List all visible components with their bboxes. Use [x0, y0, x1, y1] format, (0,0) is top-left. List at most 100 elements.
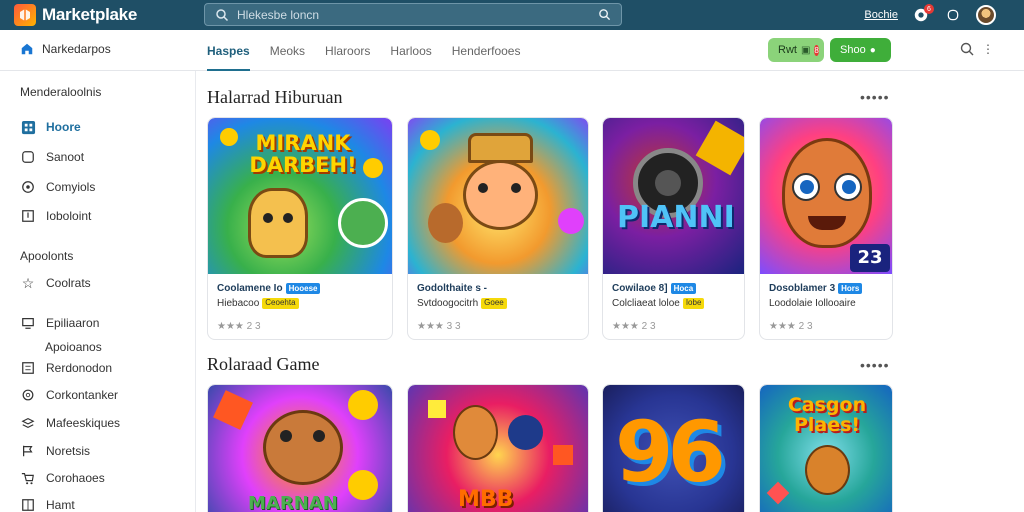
notification-badge: 6: [924, 4, 934, 14]
sidebar-item-label: Corohaoes: [46, 471, 105, 485]
thumbnail-title: MIRANK DARBEH!: [249, 131, 357, 177]
store-icon: [21, 43, 33, 55]
list-icon: [20, 360, 36, 376]
grid-icon: [20, 497, 36, 512]
brand[interactable]: Marketplake: [14, 4, 194, 26]
sub-header: Narkedarpos Haspes Meoks Hlaroors Harloo…: [0, 30, 1024, 71]
card-title: Cowilaoe 8]: [612, 283, 668, 294]
search-icon[interactable]: [960, 42, 974, 56]
game-thumbnail: MIRANK DARBEH!: [208, 118, 392, 274]
card-subtitle: Loodolaie Iollooaire: [769, 298, 856, 309]
card-title: Dosoblamer 3: [769, 283, 836, 294]
card-subtitle-tag: Iobe: [682, 298, 705, 309]
sidebar-item-label: Sanoot: [46, 150, 85, 164]
sidebar-item-label: Hoore: [46, 120, 81, 134]
sidebar-item-epiliaaron[interactable]: Epiliaaron: [20, 314, 99, 332]
notification-button[interactable]: 6: [912, 4, 934, 24]
game-card[interactable]: PIANNI Cowilaoe 8] Hoca Colcliaeat loloe I…: [602, 117, 745, 340]
gear-icon: [20, 387, 36, 403]
cart-count: 8: [814, 44, 819, 56]
thumbnail-title: PIANNI: [617, 200, 735, 235]
top-link[interactable]: Bochie: [864, 9, 898, 21]
sidebar-item-label: Noretsis: [46, 444, 91, 458]
sidebar-item-hamt[interactable]: Hamt: [20, 496, 75, 512]
tab-haspes[interactable]: Haspes: [207, 30, 250, 71]
sidebar-item-label: Ioboloint: [46, 209, 92, 223]
sidebar-item-corkontanker[interactable]: Corkontanker: [20, 386, 118, 404]
sidebar-item-hoore[interactable]: Hoore: [20, 118, 81, 136]
sidebar: Menderaloolnis Hoore Sanoot Comyiols Iob…: [0, 71, 196, 512]
shop-label: Shoo: [840, 44, 866, 56]
lock-button[interactable]: [944, 6, 962, 24]
star-icon: ☆: [21, 274, 35, 291]
sidebar-item-label: Epiliaaron: [46, 316, 100, 330]
sidebar-item-coolrats[interactable]: ☆ Coolrats: [20, 274, 91, 292]
cart-label: Rwt: [778, 44, 797, 56]
card-subtitle: Hiebacoo: [217, 298, 260, 309]
card-rating: ★★★ 2 3: [217, 321, 261, 332]
bag-icon: ●: [869, 44, 876, 56]
cart-button[interactable]: Rwt ▣ 8: [768, 38, 824, 62]
tab-henderfooes[interactable]: Henderfooes: [452, 30, 521, 71]
card-rating: ★★★ 3 3: [417, 321, 461, 332]
game-card[interactable]: Casgon Plaes!: [759, 384, 893, 512]
sidebar-item-rerdonodon[interactable]: Rerdonodon: [20, 359, 112, 377]
sidebar-item-label: Comyiols: [46, 180, 96, 194]
game-card[interactable]: MIRANK DARBEH! Coolamene Io Hooese Hiebac…: [207, 117, 393, 340]
shield-icon: [947, 9, 959, 21]
game-card[interactable]: 96: [602, 384, 745, 512]
thumbnail-badge: 23: [850, 244, 890, 272]
sidebar-subitem[interactable]: Apoioanos: [45, 340, 102, 354]
shop-button[interactable]: Shoo ●: [830, 38, 891, 62]
more-vertical-icon[interactable]: ⋮: [982, 42, 994, 56]
search-input[interactable]: [237, 7, 587, 22]
card-title: Godolthaite s -: [417, 283, 487, 294]
tab-harloos[interactable]: Harloos: [390, 30, 431, 71]
thumbnail-title: Casgon Plaes!: [787, 394, 867, 436]
home-link[interactable]: Narkedarpos: [20, 42, 111, 56]
game-thumbnail: MBB: [408, 385, 588, 512]
game-thumbnail: Casgon Plaes!: [760, 385, 892, 512]
card-subtitle-tag: Goee: [481, 298, 507, 309]
layers-icon: [20, 415, 36, 431]
game-card[interactable]: MARNAN: [207, 384, 393, 512]
card-rating: ★★★ 2 3: [769, 321, 813, 332]
avatar[interactable]: [976, 5, 996, 25]
box-icon: [20, 149, 36, 165]
sidebar-item-sanoot[interactable]: Sanoot: [20, 148, 84, 166]
sidebar-item-corohaoes[interactable]: Corohaoes: [20, 469, 105, 487]
brand-logo-icon: [14, 4, 36, 26]
game-card[interactable]: Godolthaite s - Svtdoogocitrh Goee ★★★ 3 …: [407, 117, 589, 340]
section-title: Halarrad Hiburuan: [207, 87, 343, 107]
tab-meoks[interactable]: Meoks: [270, 30, 305, 71]
search-submit-icon[interactable]: [598, 8, 611, 21]
top-bar: Marketplake Bochie 6: [0, 0, 1024, 30]
sidebar-item-ioboloint[interactable]: Ioboloint: [20, 207, 91, 225]
sidebar-item-label: Corkontanker: [46, 388, 119, 402]
sidebar-heading-2: Apoolonts: [20, 249, 74, 263]
sidebar-item-noretsis[interactable]: Noretsis: [20, 442, 90, 460]
search-bar[interactable]: [204, 3, 622, 26]
cart-icon: [20, 470, 36, 486]
game-card[interactable]: 23 Dosoblamer 3 Hors Loodolaie Iollooaire…: [759, 117, 893, 340]
thumbnail-title: 96: [615, 403, 726, 501]
sidebar-item-mafeeskiques[interactable]: Mafeeskiques: [20, 414, 120, 432]
sidebar-item-label: Rerdonodon: [46, 361, 113, 375]
sidebar-item-label: Coolrats: [46, 276, 91, 290]
grid-icon: [20, 119, 36, 135]
more-options-icon[interactable]: •••••: [860, 357, 890, 373]
game-card[interactable]: MBB: [407, 384, 589, 512]
card-title: Coolamene Io: [217, 283, 283, 294]
more-options-icon[interactable]: •••••: [860, 89, 890, 105]
card-tag: Hoca: [670, 283, 697, 294]
game-thumbnail: PIANNI: [603, 118, 744, 274]
sidebar-item-label: Hamt: [46, 498, 75, 512]
game-thumbnail: [408, 118, 588, 274]
tab-hlaroors[interactable]: Hlaroors: [325, 30, 370, 71]
card-subtitle-tag: Ceoehta: [262, 298, 299, 309]
target-icon: [20, 179, 36, 195]
home-label: Narkedarpos: [42, 42, 111, 56]
card-subtitle: Svtdoogocitrh: [417, 298, 479, 309]
sidebar-item-comyiols[interactable]: Comyiols: [20, 178, 95, 196]
sidebar-heading-1: Menderaloolnis: [20, 85, 102, 99]
